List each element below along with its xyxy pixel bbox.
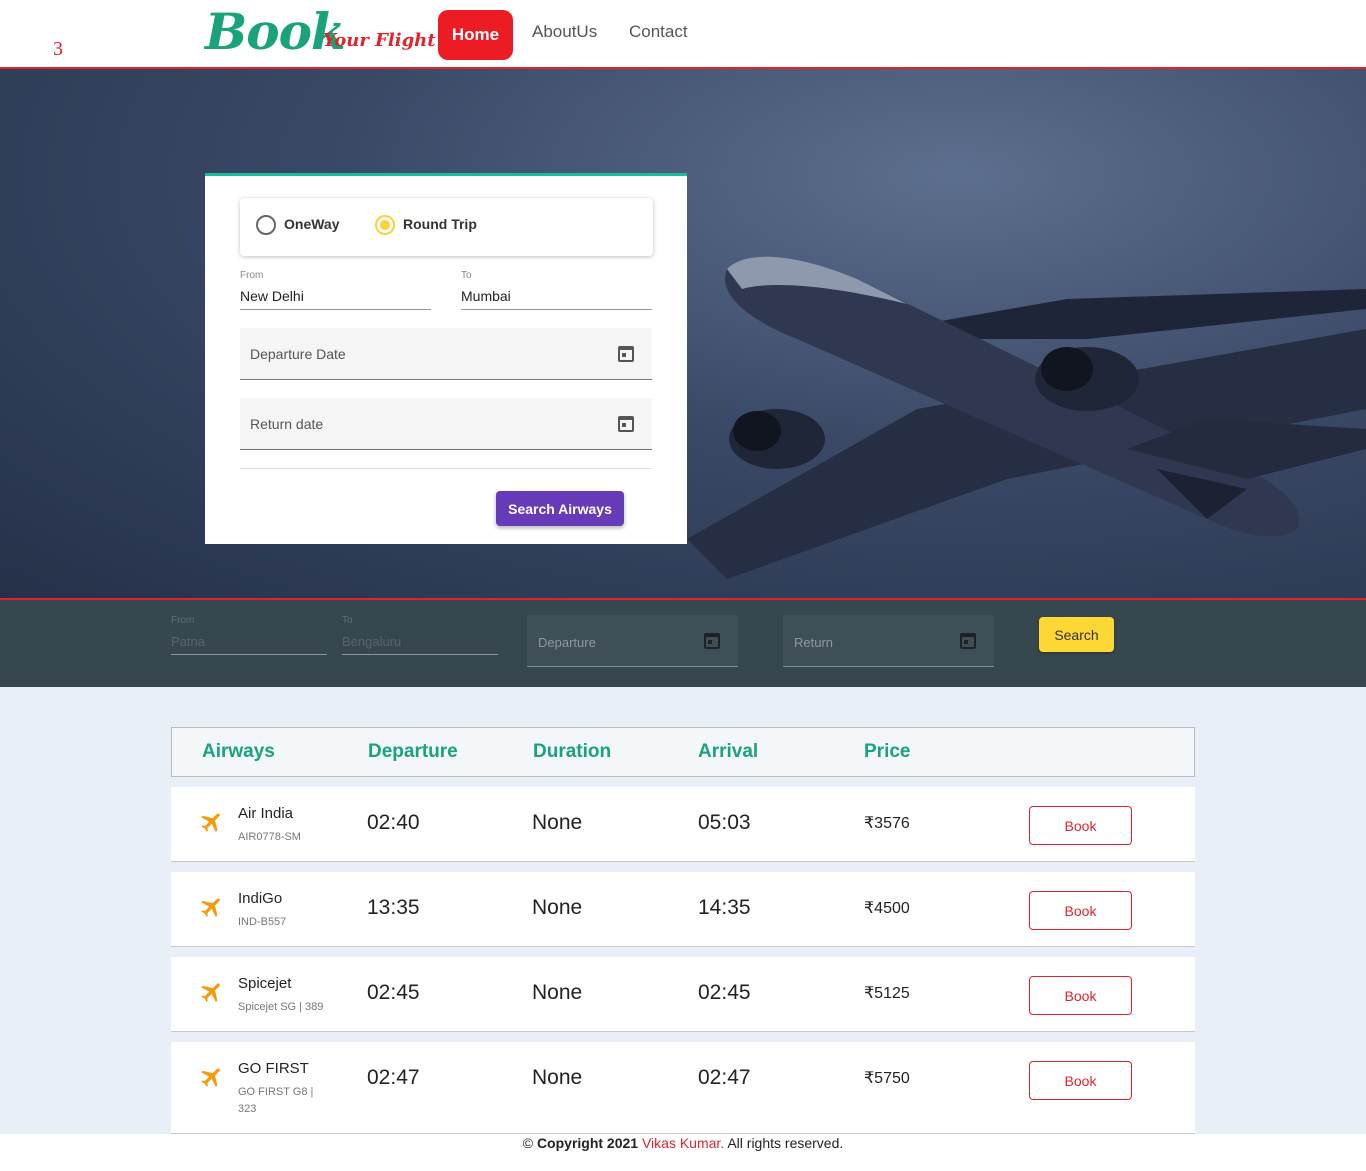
calendar-icon[interactable] (960, 633, 976, 649)
oneway-radio[interactable] (256, 215, 276, 235)
to-label: To (461, 270, 472, 281)
flight-row: Air India AIR0778-SM 02:40 None 05:03 ₹3… (171, 787, 1195, 862)
quick-to-label: To (342, 615, 353, 626)
from-underline (240, 309, 431, 310)
calendar-icon[interactable] (618, 416, 634, 432)
round-trip-label[interactable]: Round Trip (403, 216, 477, 232)
flight-code: IND-B557 (238, 916, 287, 928)
search-airways-button[interactable]: Search Airways (496, 491, 624, 526)
duration: None (532, 811, 583, 834)
return-date-field[interactable]: Return date (240, 398, 652, 450)
header-duration: Duration (533, 741, 612, 762)
quick-search-button[interactable]: Search (1039, 617, 1114, 652)
copyright-text: Copyright 2021 (536, 1135, 639, 1151)
departure-time: 02:45 (367, 981, 420, 1004)
from-label: From (240, 270, 264, 281)
calendar-icon[interactable] (618, 346, 634, 362)
price: ₹3576 (864, 815, 910, 832)
departure-date-placeholder: Departure Date (250, 346, 346, 362)
nav-about-link[interactable]: AboutUs (532, 22, 597, 42)
quick-return-field[interactable]: Return (783, 615, 994, 667)
round-trip-radio[interactable] (375, 215, 395, 235)
logo-tagline[interactable]: Your Flight (323, 30, 436, 51)
quick-search-bar: From Patna To Bengaluru Departure Return (0, 600, 1366, 687)
airplane-icon (201, 1068, 220, 1087)
card-divider (240, 468, 652, 469)
return-date-placeholder: Return date (250, 416, 324, 432)
quick-to-underline (342, 654, 498, 655)
book-button[interactable]: Book (1029, 806, 1132, 845)
flight-search-card: OneWay Round Trip From New Delhi To Mumb… (205, 173, 687, 544)
quick-return-placeholder: Return (794, 635, 834, 650)
copyright-symbol: © (522, 1135, 534, 1151)
to-input[interactable]: Mumbai (461, 288, 511, 304)
oneway-label[interactable]: OneWay (284, 216, 340, 232)
airplane-icon (201, 898, 220, 917)
footer: © Copyright 2021 Vikas Kumar. All rights… (0, 1134, 1366, 1171)
quick-departure-placeholder: Departure (538, 635, 596, 650)
duration: None (532, 1066, 583, 1089)
flight-code: Spicejet SG | 389 (238, 1001, 324, 1013)
trip-type-group: OneWay Round Trip (240, 198, 653, 256)
quick-from-label: From (171, 615, 195, 626)
airline-name: GO FIRST (238, 1060, 309, 1077)
airline-name: IndiGo (238, 890, 283, 907)
to-underline (461, 309, 652, 310)
departure-date-field[interactable]: Departure Date (240, 328, 652, 380)
arrival-time: 02:47 (698, 1066, 751, 1089)
results-header: Airways Departure Duration Arrival Price (171, 727, 1195, 777)
airplane-image (687, 256, 1366, 579)
top-navbar: 3 Book Your Flight Home AboutUs Contact (0, 0, 1366, 69)
airline-name: Spicejet (238, 975, 292, 992)
nav-contact-link[interactable]: Contact (629, 22, 688, 42)
departure-time: 13:35 (367, 896, 420, 919)
nav-home-link[interactable]: Home (438, 10, 513, 60)
price: ₹5125 (864, 985, 910, 1002)
header-arrival: Arrival (698, 741, 759, 762)
arrival-time: 05:03 (698, 811, 751, 834)
arrival-time: 14:35 (698, 896, 751, 919)
corner-number: 3 (53, 38, 63, 60)
arrival-time: 02:45 (698, 981, 751, 1004)
price: ₹5750 (864, 1070, 910, 1087)
duration: None (532, 896, 583, 919)
book-button[interactable]: Book (1029, 891, 1132, 930)
flight-row: IndiGo IND-B557 13:35 None 14:35 ₹4500 B… (171, 872, 1195, 947)
header-departure: Departure (368, 741, 458, 762)
flight-code: AIR0778-SM (238, 831, 301, 843)
quick-from-underline (171, 654, 327, 655)
header-airways: Airways (202, 741, 275, 762)
quick-to-input[interactable]: Bengaluru (342, 634, 401, 649)
quick-departure-field[interactable]: Departure (527, 615, 738, 667)
calendar-icon[interactable] (704, 633, 720, 649)
header-price: Price (864, 741, 911, 762)
flight-row: Spicejet Spicejet SG | 389 02:45 None 02… (171, 957, 1195, 1032)
quick-from-input[interactable]: Patna (171, 634, 205, 649)
flight-code: GO FIRST G8 | 323 (238, 1086, 314, 1115)
departure-time: 02:40 (367, 811, 420, 834)
price: ₹4500 (864, 900, 910, 917)
book-button[interactable]: Book (1029, 1061, 1132, 1100)
airline-name: Air India (238, 805, 294, 822)
airplane-icon (201, 813, 220, 832)
from-input[interactable]: New Delhi (240, 288, 304, 304)
duration: None (532, 981, 583, 1004)
departure-time: 02:47 (367, 1066, 420, 1089)
rights-text: All rights reserved. (727, 1135, 844, 1151)
author-link[interactable]: Vikas Kumar. (642, 1135, 724, 1151)
flight-row: GO FIRST GO FIRST G8 | 323 02:47 None 02… (171, 1042, 1195, 1134)
book-button[interactable]: Book (1029, 976, 1132, 1015)
airplane-icon (201, 983, 220, 1002)
